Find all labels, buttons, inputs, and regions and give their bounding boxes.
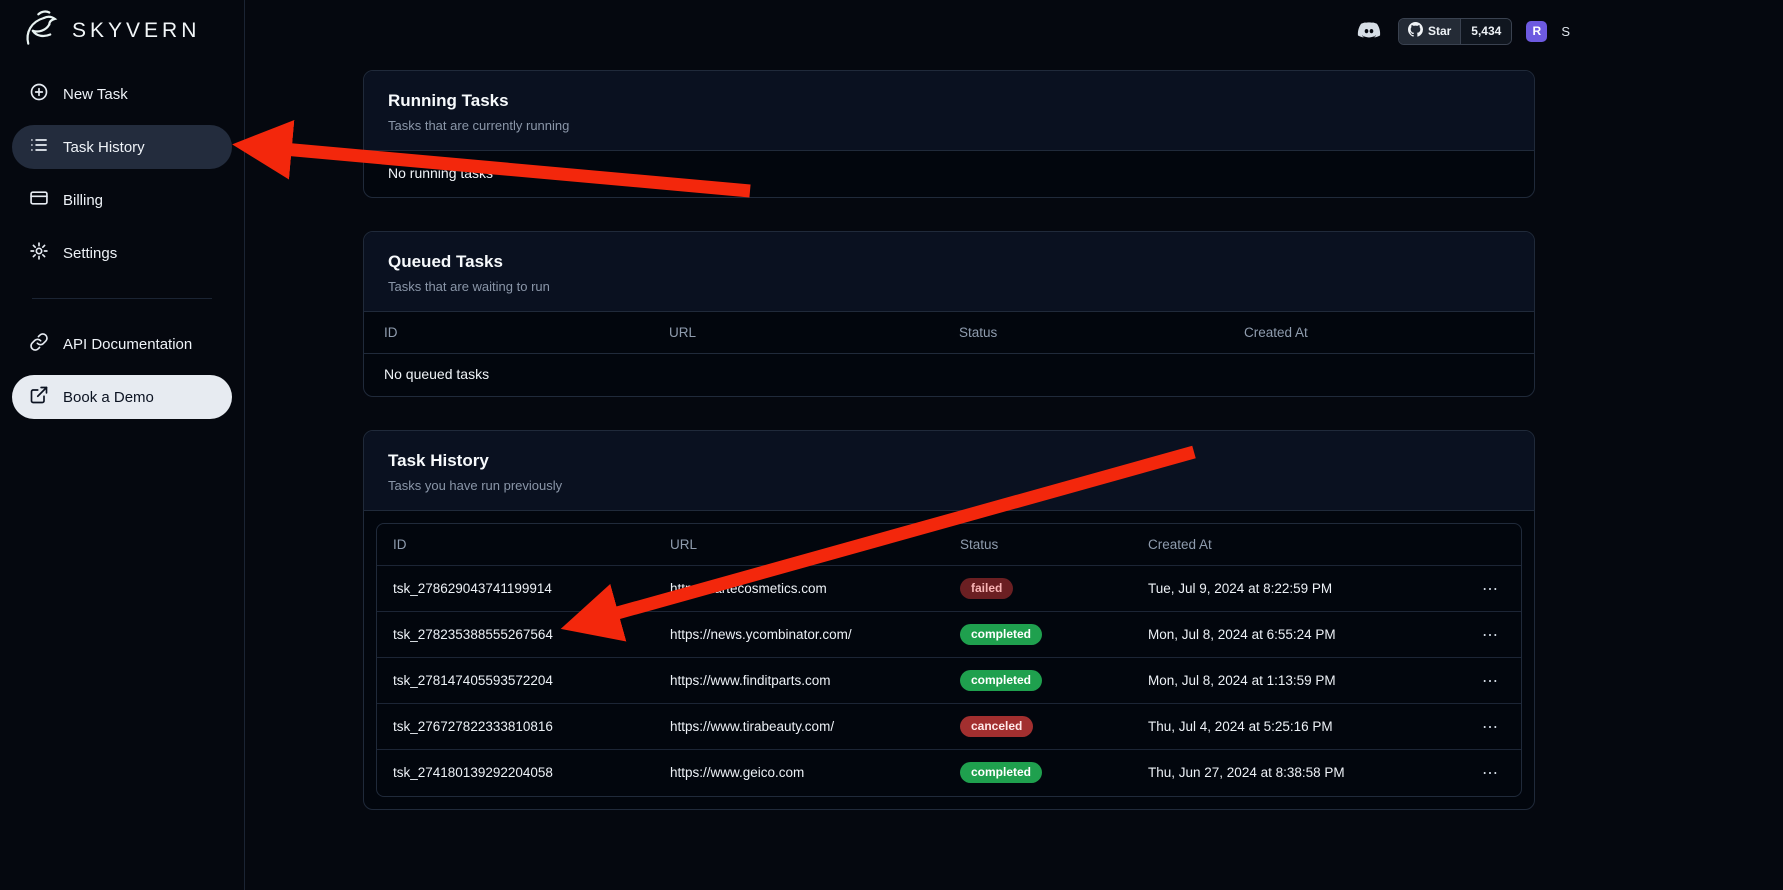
credit-card-icon <box>29 188 49 212</box>
queued-tasks-subtitle: Tasks that are waiting to run <box>388 279 1510 294</box>
task-id-cell: tsk_278629043741199914 <box>377 566 654 612</box>
column-header-url: URL <box>654 524 944 566</box>
github-star-badge[interactable]: Star 5,434 <box>1398 18 1512 45</box>
task-id-cell: tsk_278235388555267564 <box>377 612 654 658</box>
task-url-cell: https://news.ycombinator.com/ <box>654 612 944 658</box>
main-content: Running Tasks Tasks that are currently r… <box>363 70 1535 810</box>
list-icon <box>29 135 49 159</box>
queued-tasks-title: Queued Tasks <box>388 252 1510 272</box>
column-header-id: ID <box>364 312 649 354</box>
book-a-demo-button[interactable]: Book a Demo <box>12 375 232 419</box>
discord-icon[interactable] <box>1354 16 1384 46</box>
external-link-icon <box>29 385 49 409</box>
row-actions-button[interactable]: ⋯ <box>1476 623 1505 647</box>
avatar[interactable]: R <box>1526 21 1547 42</box>
task-id-cell: tsk_278147405593572204 <box>377 658 654 704</box>
running-tasks-empty: No running tasks <box>364 151 1534 197</box>
topbar: Star 5,434 R S <box>1354 16 1570 46</box>
task-id-cell: tsk_274180139292204058 <box>377 750 654 796</box>
book-a-demo-label: Book a Demo <box>63 389 154 406</box>
task-history-subtitle: Tasks you have run previously <box>388 478 1510 493</box>
queued-tasks-card: Queued Tasks Tasks that are waiting to r… <box>363 231 1535 397</box>
task-row[interactable]: tsk_276727822333810816 https://www.tirab… <box>377 704 1521 750</box>
sidebar-item-label: API Documentation <box>63 336 192 353</box>
sidebar-item-label: Settings <box>63 245 117 262</box>
task-url-cell: https://www.tirabeauty.com/ <box>654 704 944 750</box>
running-tasks-card: Running Tasks Tasks that are currently r… <box>363 70 1535 198</box>
task-history-header: Task History Tasks you have run previous… <box>364 431 1534 511</box>
plus-circle-icon <box>29 82 49 106</box>
task-history-table: ID URL Status Created At tsk_27862904374… <box>377 524 1521 796</box>
column-header-status: Status <box>944 524 1132 566</box>
github-star-count: 5,434 <box>1460 19 1511 44</box>
column-header-status: Status <box>939 312 1224 354</box>
sidebar: SKYVERN New Task Task History Billing Se… <box>0 0 245 890</box>
task-created-cell: Mon, Jul 8, 2024 at 6:55:24 PM <box>1132 612 1457 658</box>
github-icon <box>1408 22 1423 40</box>
github-star-label: Star <box>1428 24 1451 38</box>
task-created-cell: Thu, Jun 27, 2024 at 8:38:58 PM <box>1132 750 1457 796</box>
column-header-id: ID <box>377 524 654 566</box>
task-row[interactable]: tsk_278629043741199914 https://tartecosm… <box>377 566 1521 612</box>
sidebar-item-label: Billing <box>63 192 103 209</box>
task-history-card: Task History Tasks you have run previous… <box>363 430 1535 810</box>
queued-tasks-empty: No queued tasks <box>364 354 1534 397</box>
task-created-cell: Tue, Jul 9, 2024 at 8:22:59 PM <box>1132 566 1457 612</box>
sidebar-item-label: New Task <box>63 86 128 103</box>
task-id-cell: tsk_276727822333810816 <box>377 704 654 750</box>
running-tasks-header: Running Tasks Tasks that are currently r… <box>364 71 1534 151</box>
row-actions-button[interactable]: ⋯ <box>1476 715 1505 739</box>
row-actions-button[interactable]: ⋯ <box>1476 669 1505 693</box>
user-name-partial: S <box>1561 24 1570 39</box>
row-actions-button[interactable]: ⋯ <box>1476 761 1505 785</box>
column-header-created-at: Created At <box>1224 312 1534 354</box>
task-status-badge: completed <box>960 624 1042 645</box>
sidebar-item-label: Task History <box>63 139 145 156</box>
row-actions-button[interactable]: ⋯ <box>1476 577 1505 601</box>
sidebar-item-settings[interactable]: Settings <box>12 231 232 275</box>
skyvern-logo-icon <box>20 8 64 55</box>
column-header-created-at: Created At <box>1132 524 1457 566</box>
column-header-url: URL <box>649 312 939 354</box>
task-url-cell: https://www.geico.com <box>654 750 944 796</box>
brand-name: SKYVERN <box>72 19 200 43</box>
task-row[interactable]: tsk_274180139292204058 https://www.geico… <box>377 750 1521 796</box>
task-history-body: tsk_278629043741199914 https://tartecosm… <box>377 566 1521 796</box>
running-tasks-subtitle: Tasks that are currently running <box>388 118 1510 133</box>
sidebar-nav: New Task Task History Billing Settings <box>0 64 244 419</box>
queued-tasks-header: Queued Tasks Tasks that are waiting to r… <box>364 232 1534 312</box>
task-status-badge: failed <box>960 578 1013 599</box>
task-url-cell: https://www.finditparts.com <box>654 658 944 704</box>
task-status-badge: completed <box>960 762 1042 783</box>
task-row[interactable]: tsk_278147405593572204 https://www.findi… <box>377 658 1521 704</box>
link-icon <box>29 332 49 356</box>
task-status-badge: canceled <box>960 716 1033 737</box>
running-tasks-title: Running Tasks <box>388 91 1510 111</box>
sidebar-item-new-task[interactable]: New Task <box>12 72 232 116</box>
skyvern-logo[interactable]: SKYVERN <box>0 0 244 64</box>
task-history-title: Task History <box>388 451 1510 471</box>
sidebar-item-api-documentation[interactable]: API Documentation <box>12 322 232 366</box>
task-status-badge: completed <box>960 670 1042 691</box>
column-header-actions <box>1457 524 1521 566</box>
task-history-table-wrap: ID URL Status Created At tsk_27862904374… <box>376 523 1522 797</box>
gear-icon <box>29 241 49 265</box>
task-row[interactable]: tsk_278235388555267564 https://news.ycom… <box>377 612 1521 658</box>
task-url-cell: https://tartecosmetics.com <box>654 566 944 612</box>
queued-tasks-table: ID URL Status Created At No queued tasks <box>364 312 1534 396</box>
task-created-cell: Mon, Jul 8, 2024 at 1:13:59 PM <box>1132 658 1457 704</box>
sidebar-item-billing[interactable]: Billing <box>12 178 232 222</box>
task-created-cell: Thu, Jul 4, 2024 at 5:25:16 PM <box>1132 704 1457 750</box>
sidebar-item-task-history[interactable]: Task History <box>12 125 232 169</box>
sidebar-divider <box>32 298 212 299</box>
